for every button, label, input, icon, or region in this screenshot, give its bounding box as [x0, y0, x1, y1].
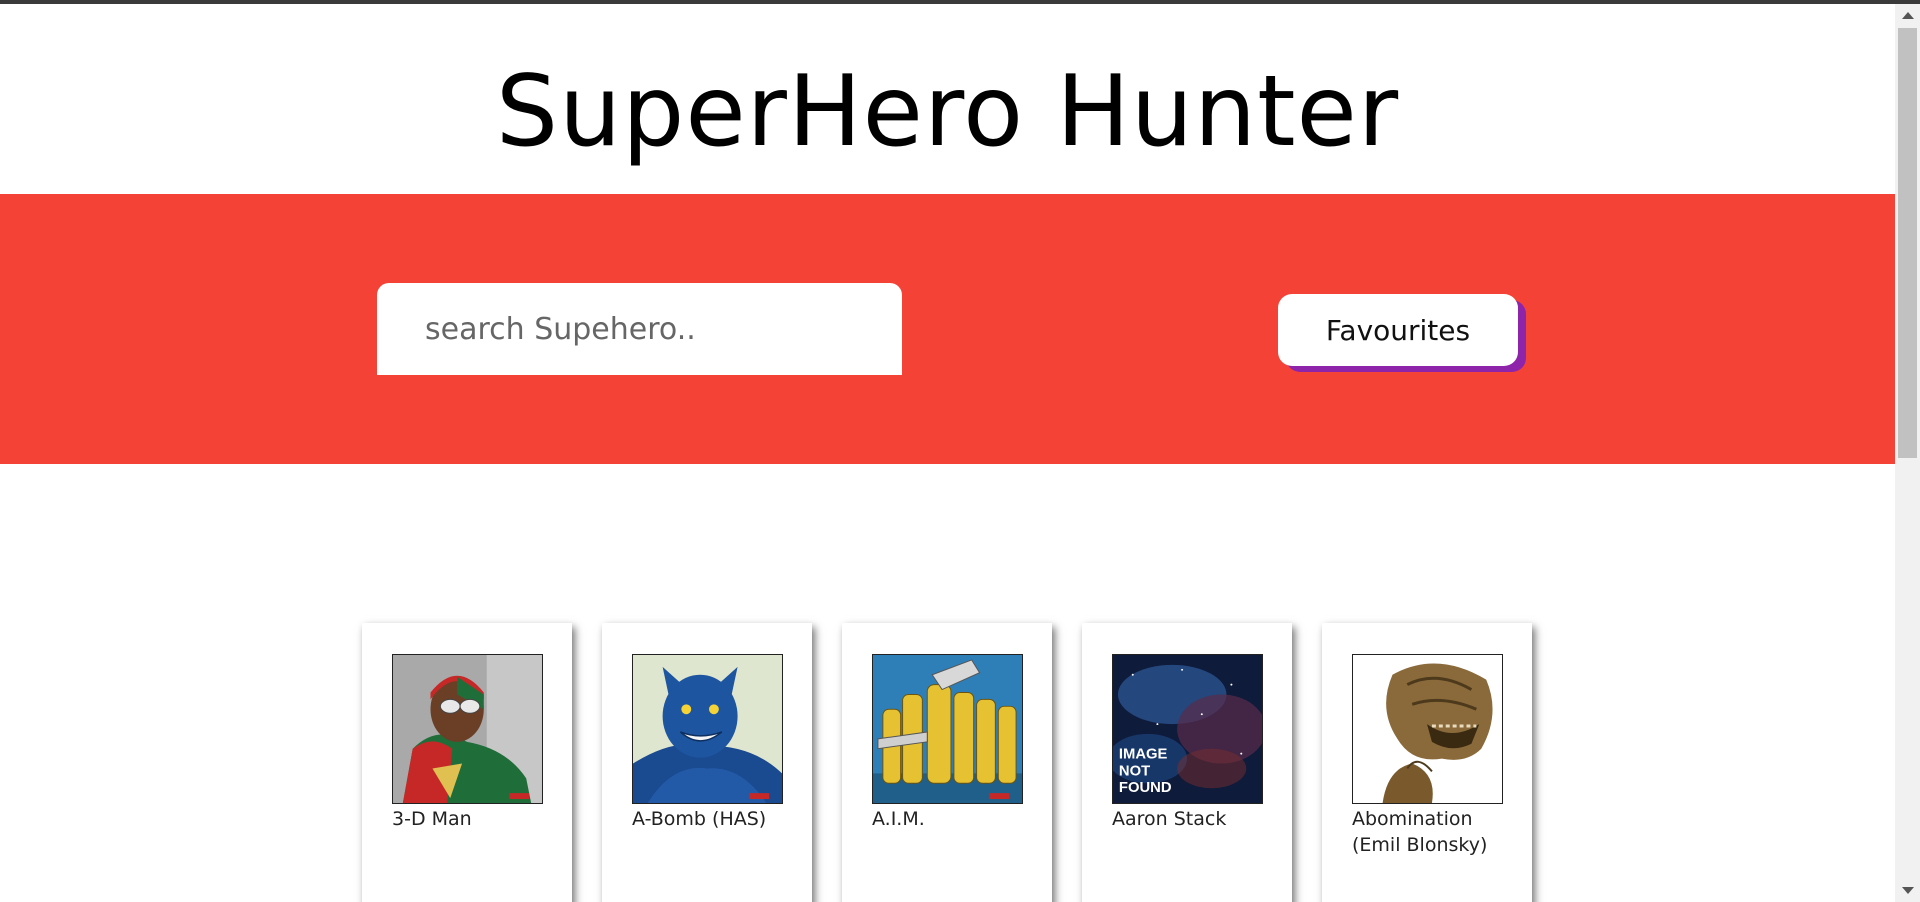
hero-name: A.I.M.	[872, 808, 925, 830]
hero-name: Abomination (Emil Blonsky)	[1352, 808, 1488, 856]
hero-thumbnail-image-not-found[interactable]: IMAGE NOT FOUND	[1112, 654, 1263, 804]
hero-thumbnail-3d-man[interactable]	[392, 654, 543, 804]
hero-card[interactable]: Abomination (Emil Blonsky)	[1322, 623, 1532, 902]
hero-card[interactable]: A.I.M.	[842, 623, 1052, 902]
hero-card[interactable]: A-Bomb (HAS)	[602, 623, 812, 902]
image-not-found-line-3: FOUND	[1119, 780, 1172, 796]
hero-name: Aaron Stack	[1112, 808, 1227, 830]
scrollbar-thumb[interactable]	[1898, 28, 1917, 458]
hero-card-list: 3-D Man A-Bomb (HAS) A.I.M. IMAGE NOT FO…	[362, 623, 1532, 902]
page-scrollbar[interactable]	[1895, 4, 1920, 902]
scroll-up-arrow-icon[interactable]	[1902, 12, 1914, 19]
search-input[interactable]	[377, 283, 902, 375]
image-not-found-line-1: IMAGE	[1119, 747, 1168, 763]
hero-thumbnail-a-bomb[interactable]	[632, 654, 783, 804]
window-top-border	[0, 0, 1920, 4]
search-banner	[0, 194, 1895, 464]
page-title: SuperHero Hunter	[495, 55, 1400, 169]
hero-name: A-Bomb (HAS)	[632, 808, 767, 830]
hero-card[interactable]: 3-D Man	[362, 623, 572, 902]
scroll-down-arrow-icon[interactable]	[1902, 887, 1914, 894]
hero-name: 3-D Man	[392, 808, 472, 830]
hero-thumbnail-aim[interactable]	[872, 654, 1023, 804]
image-not-found-line-2: NOT	[1119, 763, 1150, 779]
hero-card[interactable]: IMAGE NOT FOUND Aaron Stack	[1082, 623, 1292, 902]
hero-thumbnail-abomination[interactable]	[1352, 654, 1503, 804]
favourites-button[interactable]: Favourites	[1278, 294, 1518, 366]
